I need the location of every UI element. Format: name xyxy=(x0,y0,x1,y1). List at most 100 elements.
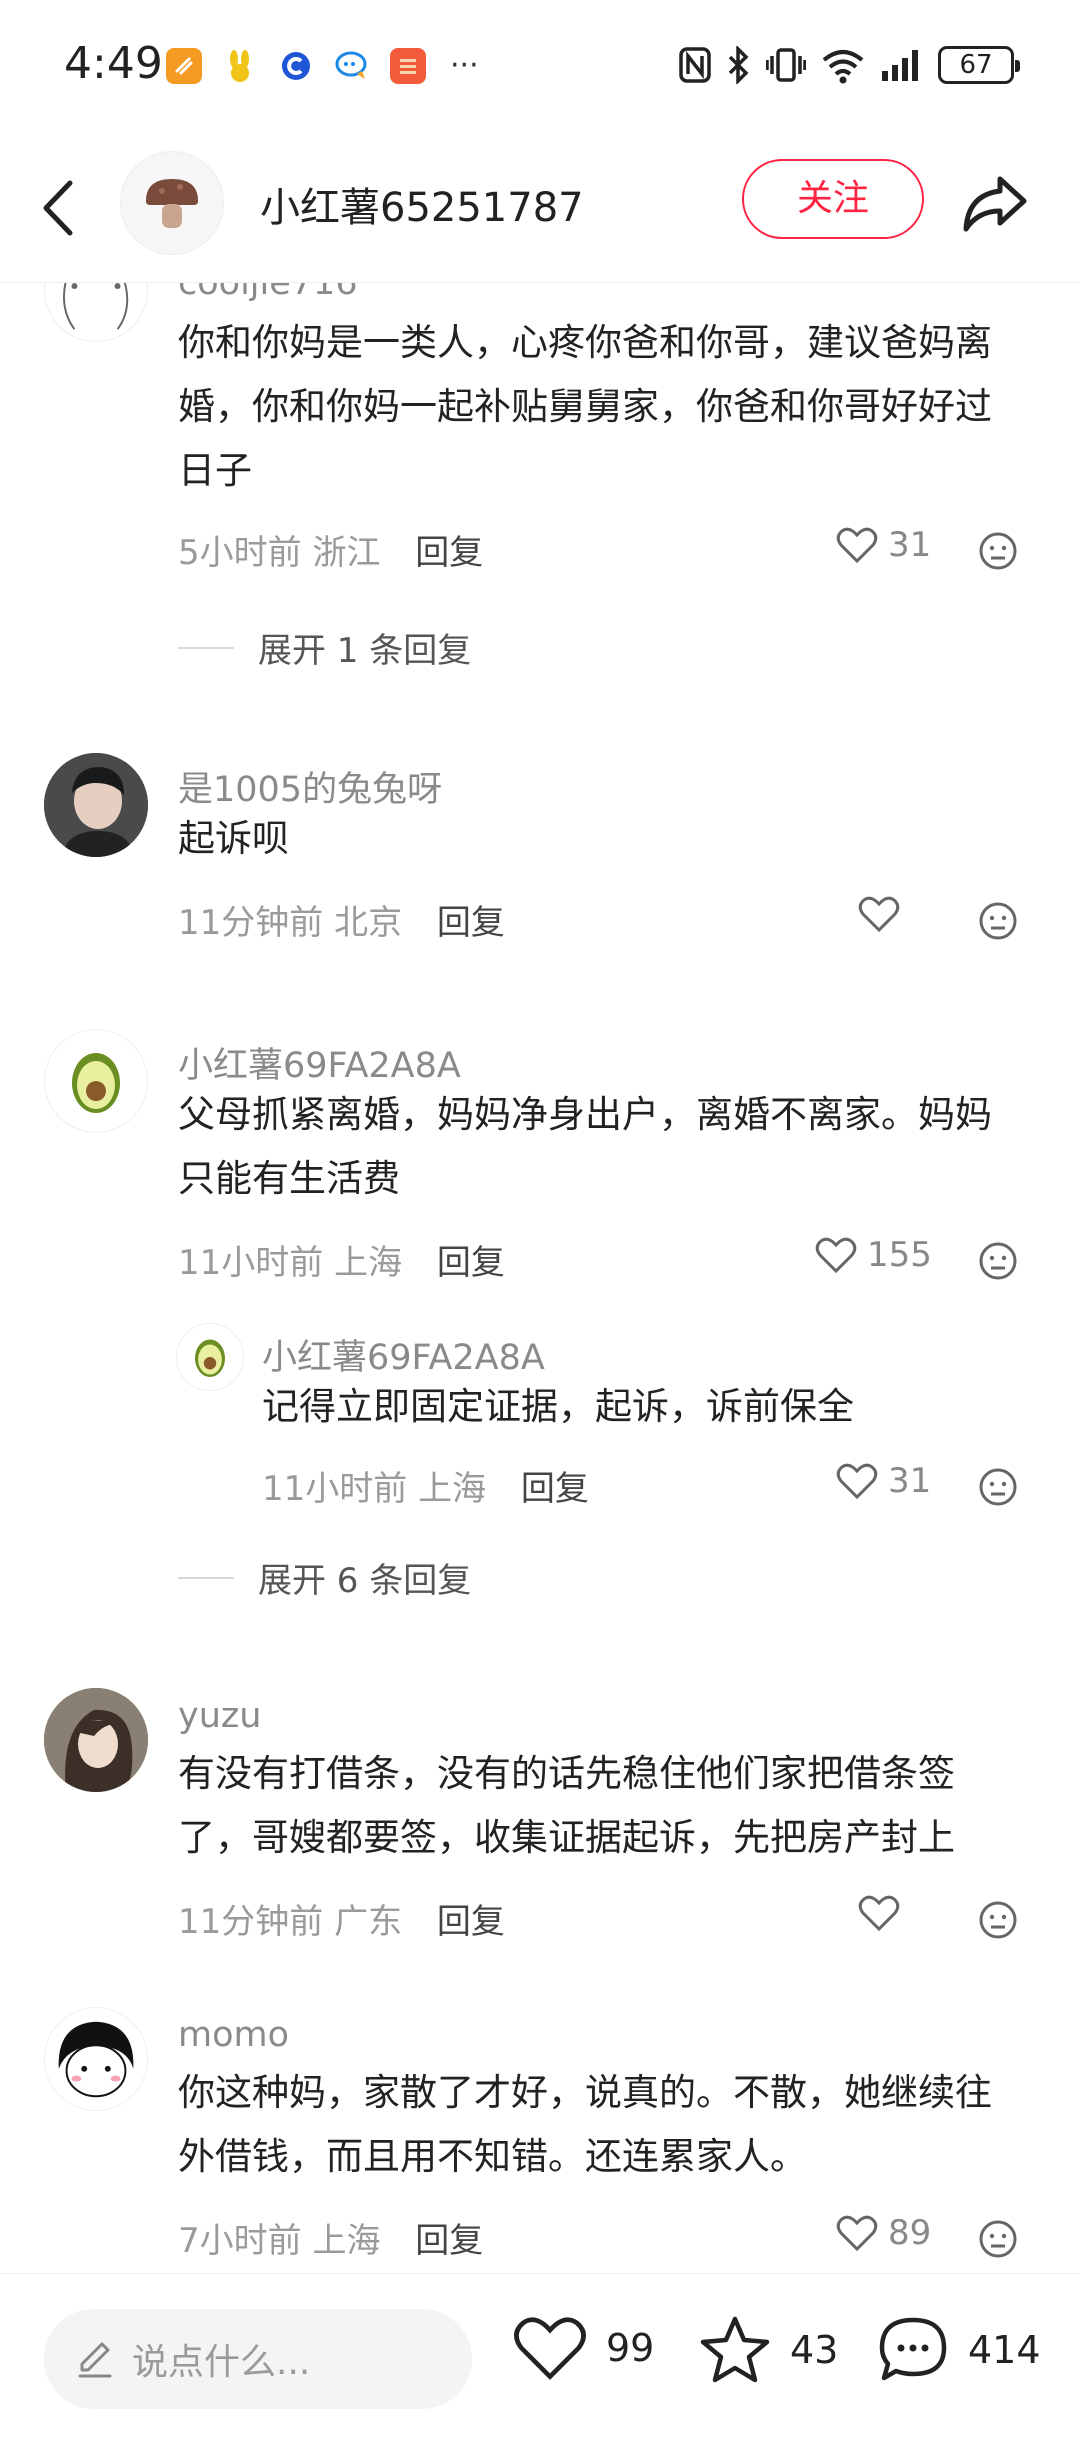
emoji-react-icon[interactable] xyxy=(978,1467,1018,1507)
cartoon-avatar-icon xyxy=(45,2008,147,2110)
orange-app-icon xyxy=(166,48,202,84)
blue-c-app-icon xyxy=(278,48,314,84)
like-button[interactable]: 89 xyxy=(836,2213,931,2253)
heart-icon xyxy=(836,527,878,564)
reply-name[interactable]: 小红薯69FA2A8A xyxy=(262,1329,545,1380)
comment-time: 11小时前 xyxy=(178,1243,324,1283)
expand-replies-label: 展开 6 条回复 xyxy=(258,1561,472,1601)
expand-replies-label: 展开 1 条回复 xyxy=(258,631,472,671)
status-more: ··· xyxy=(450,48,479,83)
comment-text[interactable]: 有没有打借条，没有的话先稳住他们家把借条签了，哥嫂都要签，收集证据起诉，先把房产… xyxy=(178,1742,1028,1870)
collect-count: 43 xyxy=(790,2328,839,2372)
like-count: 31 xyxy=(888,525,932,565)
post-like-count: 99 xyxy=(606,2326,655,2370)
pencil-icon xyxy=(78,2342,112,2378)
note-header: 小红薯65251787 关注 xyxy=(0,135,1080,283)
comment-text[interactable]: 起诉呗 xyxy=(178,807,1028,871)
commenter-avatar[interactable] xyxy=(44,1688,148,1792)
rabbit-app-icon xyxy=(222,48,258,84)
like-button[interactable]: 31 xyxy=(836,525,931,565)
avocado-avatar-icon xyxy=(195,1339,225,1377)
comment-meta: 7小时前 上海 回复 xyxy=(178,2213,483,2262)
like-button[interactable] xyxy=(858,1894,910,1932)
comment-time: 11分钟前 xyxy=(178,903,324,943)
reply-button[interactable]: 回复 xyxy=(521,1469,589,1509)
like-count: 31 xyxy=(888,1461,932,1501)
comment-text[interactable]: 你这种妈，家散了才好，说真的。不散，她继续往外借钱，而且用不知错。还连累家人。 xyxy=(178,2061,1028,2189)
comment-list[interactable]: cooljie716 你和你妈是一类人，心疼你爸和你哥，建议爸妈离婚，你和你妈一… xyxy=(0,283,1080,2273)
photo-avatar-icon xyxy=(44,753,148,857)
signal-icon xyxy=(882,50,918,81)
status-time: 4:49 xyxy=(64,38,163,89)
bluetooth-icon xyxy=(728,46,749,84)
reply-location: 上海 xyxy=(418,1469,487,1509)
commenter-avatar[interactable] xyxy=(44,753,148,857)
follow-button[interactable]: 关注 xyxy=(742,159,924,239)
comment-text[interactable]: 父母抓紧离婚，妈妈净身出户，离婚不离家。妈妈只能有生活费 xyxy=(178,1083,1028,1211)
like-button[interactable]: 155 xyxy=(815,1235,932,1275)
reply-meta: 11小时前 上海 回复 xyxy=(262,1461,589,1510)
comment-bubble-icon xyxy=(879,2317,947,2381)
expand-replies-button[interactable]: 展开 6 条回复 xyxy=(178,1553,471,1602)
comment-location: 浙江 xyxy=(312,533,381,573)
reply-button[interactable]: 回复 xyxy=(415,2221,483,2261)
comment-time: 11分钟前 xyxy=(178,1902,324,1942)
chat-bubble-app-icon xyxy=(334,48,370,84)
emoji-react-icon[interactable] xyxy=(978,1241,1018,1281)
commenter-name[interactable]: yuzu xyxy=(178,1696,261,1736)
comment-location: 上海 xyxy=(334,1243,403,1283)
reply-button[interactable]: 回复 xyxy=(437,1243,505,1283)
emoji-react-icon[interactable] xyxy=(978,1900,1018,1940)
like-button[interactable] xyxy=(858,895,910,933)
emoji-react-icon[interactable] xyxy=(978,901,1018,941)
emoji-react-icon[interactable] xyxy=(978,531,1018,571)
reply-button[interactable]: 回复 xyxy=(437,903,505,943)
comment-location: 广东 xyxy=(334,1902,403,1942)
heart-icon xyxy=(514,2317,586,2380)
commenter-name[interactable]: cooljie716 xyxy=(178,283,358,303)
status-bar: 4:49 ··· 67 xyxy=(0,0,1080,135)
like-button[interactable]: 31 xyxy=(836,1461,931,1501)
comment-meta: 11分钟前 广东 回复 xyxy=(178,1894,505,1943)
comment-time: 5小时前 xyxy=(178,533,302,573)
heart-icon xyxy=(858,896,900,933)
avocado-avatar-icon xyxy=(72,1053,120,1113)
bottom-action-bar: 说点什么... 99 43 414 xyxy=(0,2273,1080,2438)
expand-divider xyxy=(178,646,234,649)
comment-location: 上海 xyxy=(312,2221,381,2261)
comment-count: 414 xyxy=(968,2328,1041,2372)
like-count: 89 xyxy=(888,2213,932,2253)
nfc-icon xyxy=(679,47,711,83)
share-icon[interactable] xyxy=(960,171,1030,235)
reply-button[interactable]: 回复 xyxy=(437,1902,505,1942)
commenter-name[interactable]: 小红薯69FA2A8A xyxy=(178,1037,461,1088)
comment-meta: 11分钟前 北京 回复 xyxy=(178,895,505,944)
reply-text[interactable]: 记得立即固定证据，起诉，诉前保全 xyxy=(262,1375,1022,1439)
photo-avatar-icon xyxy=(44,1688,148,1792)
author-avatar[interactable] xyxy=(120,151,224,255)
commenter-avatar[interactable] xyxy=(44,1029,148,1133)
battery-indicator: 67 xyxy=(938,46,1020,84)
back-arrow-icon[interactable] xyxy=(34,173,84,243)
reply-button[interactable]: 回复 xyxy=(415,533,483,573)
comment-input[interactable]: 说点什么... xyxy=(44,2309,472,2409)
reply-time: 11小时前 xyxy=(262,1469,408,1509)
reply-avatar[interactable] xyxy=(176,1323,244,1391)
commenter-avatar[interactable] xyxy=(44,2007,148,2111)
collect-button[interactable]: 43 xyxy=(698,2314,838,2386)
star-icon xyxy=(700,2316,770,2383)
emoji-react-icon[interactable] xyxy=(978,2219,1018,2259)
vibrate-icon xyxy=(766,48,806,82)
author-name[interactable]: 小红薯65251787 xyxy=(260,175,584,233)
commenter-name[interactable]: momo xyxy=(178,2015,289,2055)
wifi-icon xyxy=(822,50,864,84)
commenter-avatar[interactable] xyxy=(44,283,148,342)
expand-replies-button[interactable]: 展开 1 条回复 xyxy=(178,623,471,672)
system-status-icons: 67 xyxy=(678,46,1020,84)
comment-meta: 11小时前 上海 回复 xyxy=(178,1235,505,1284)
like-post-button[interactable]: 99 xyxy=(512,2314,654,2382)
comment-text[interactable]: 你和你妈是一类人，心疼你爸和你哥，建议爸妈离婚，你和你妈一起补贴舅舅家，你爸和你… xyxy=(178,311,1028,503)
comments-button[interactable]: 414 xyxy=(876,2314,1041,2386)
commenter-name[interactable]: 是1005的兔兔呀 xyxy=(178,761,442,812)
mushroom-avatar-icon xyxy=(146,179,198,228)
